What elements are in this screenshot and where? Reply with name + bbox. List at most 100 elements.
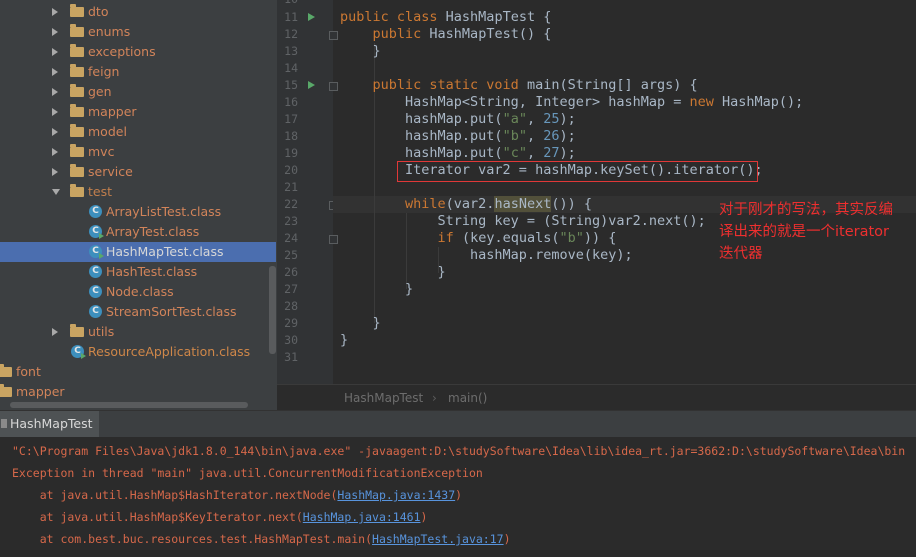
tree-item-arraytest[interactable]: C ArrayTest.class [0,222,270,242]
class-icon: C [89,305,102,318]
tree-item-hashmaptest[interactable]: C HashMapTest.class [0,242,276,262]
line-number: 12 [284,27,298,41]
tree-item-model[interactable]: model [0,122,270,142]
tree-item-font[interactable]: font [0,362,270,382]
stack-frame-link[interactable]: HashMapTest.java:17 [372,532,504,546]
tree-item-hashtest[interactable]: C HashTest.class [0,262,270,282]
line-number: 26 [284,265,298,279]
folder-icon [70,84,84,97]
tree-item-label: ArrayTest.class [106,224,200,239]
chevron-down-icon[interactable] [52,189,60,195]
code-line-19: hashMap.put("c", 27); [340,145,576,161]
code-line-18: hashMap.put("b", 26); [340,128,576,144]
breadcrumb-method[interactable]: main() [448,385,487,410]
run-console[interactable]: "C:\Program Files\Java\jdk1.8.0_144\bin\… [0,437,916,557]
tree-item-arraylisttest[interactable]: C ArrayListTest.class [0,202,270,222]
console-stack-line: at java.util.HashMap$KeyIterator.next(Ha… [12,506,428,528]
tree-item-service[interactable]: service [0,162,270,182]
line-number: 20 [284,163,298,177]
code-line-23: String key = (String)var2.next(); [340,213,706,229]
line-number: 23 [284,214,298,228]
line-number: 11 [284,10,298,24]
chevron-right-icon[interactable] [52,87,58,96]
chevron-right-icon[interactable] [52,47,58,56]
tree-item-enums[interactable]: enums [0,22,270,42]
stack-frame-suffix: ) [503,532,511,546]
tree-item-label: enums [88,24,131,39]
run-icon[interactable] [308,81,315,89]
line-number: 27 [284,282,298,296]
folder-icon [70,44,84,57]
fold-icon[interactable] [329,31,338,40]
code-line-26: } [340,264,446,280]
fold-icon[interactable] [329,82,338,91]
tree-item-streamsorttest[interactable]: C StreamSortTest.class [0,302,270,322]
stack-frame-link[interactable]: HashMap.java:1461 [303,510,421,524]
run-icon[interactable] [308,13,315,21]
tree-item-mapper[interactable]: mapper [0,102,270,122]
breadcrumb-separator-icon: › [432,391,437,405]
class-icon: C [89,265,102,278]
chevron-right-icon[interactable] [52,147,58,156]
tree-item-exceptions[interactable]: exceptions [0,42,270,62]
line-number: 14 [284,61,298,75]
tree-item-dto[interactable]: dto [0,2,270,22]
class-icon: C [89,245,104,259]
fold-icon[interactable] [329,235,338,244]
line-number: 22 [284,197,298,211]
tree-item-resourceapplication[interactable]: C ResourceApplication.class [0,342,270,362]
folder-icon [70,24,84,37]
tree-horizontal-scrollbar[interactable] [10,402,248,408]
line-number: 24 [284,231,298,245]
chevron-right-icon[interactable] [52,67,58,76]
chevron-right-icon[interactable] [52,127,58,136]
run-tab-label: HashMapTest [10,416,93,431]
chevron-right-icon[interactable] [52,167,58,176]
tree-item-test[interactable]: test [0,182,270,202]
tree-item-label: dto [88,4,109,19]
tree-item-mvc[interactable]: mvc [0,142,270,162]
tree-item-label: mvc [88,144,115,159]
folder-icon [70,104,84,117]
stack-frame-suffix: ) [420,510,428,524]
code-line-25: hashMap.remove(key); [340,247,633,263]
chevron-right-icon[interactable] [52,7,58,16]
tree-item-label: HashTest.class [106,264,198,279]
tree-item-gen[interactable]: gen [0,82,270,102]
tree-item-label: gen [88,84,112,99]
breadcrumb-class[interactable]: HashMapTest [344,385,423,410]
run-config-icon [1,419,7,428]
console-command-line: "C:\Program Files\Java\jdk1.8.0_144\bin\… [12,444,906,458]
tree-item-label: feign [88,64,120,79]
class-icon: C [71,345,86,359]
folder-icon [70,144,84,157]
chevron-right-icon[interactable] [52,27,58,36]
console-exception-line: Exception in thread "main" java.util.Con… [12,466,483,480]
class-icon: C [89,285,102,298]
folder-icon [0,384,12,397]
tree-vertical-scrollbar[interactable] [269,266,276,354]
line-number: 30 [284,333,298,347]
tree-item-node[interactable]: C Node.class [0,282,270,302]
folder-icon [70,184,84,197]
tree-item-mapper-root[interactable]: mapper [0,382,270,402]
folder-icon [0,364,12,377]
folder-icon [70,324,84,337]
tree-item-label: model [88,124,127,139]
stack-frame-link[interactable]: HashMap.java:1437 [337,488,455,502]
run-tab[interactable]: HashMapTest [0,411,99,437]
code-line-16: HashMap<String, Integer> hashMap = new H… [340,94,804,110]
code-editor[interactable]: 10 11 12 13 14 15 16 17 18 19 20 21 22 2… [277,0,916,410]
tree-item-label: StreamSortTest.class [106,304,237,319]
line-number: 13 [284,44,298,58]
code-line-11: public class HashMapTest { [340,9,552,25]
line-number: 31 [284,350,298,364]
chevron-right-icon[interactable] [52,107,58,116]
tree-item-utils[interactable]: utils [0,322,270,342]
line-number: 16 [284,95,298,109]
stack-frame-text: at java.util.HashMap$HashIterator.nextNo… [12,488,338,502]
tree-item-feign[interactable]: feign [0,62,270,82]
chevron-right-icon[interactable] [52,327,58,336]
code-line-17: hashMap.put("a", 25); [340,111,576,127]
code-line-13: } [340,43,381,59]
